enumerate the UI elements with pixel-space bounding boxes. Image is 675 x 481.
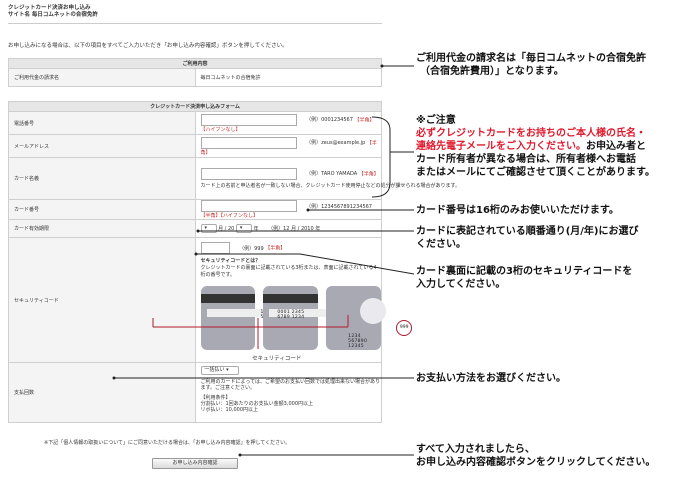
billing-annotation: ご利用代金の請求名は「毎日コムネットの合宿免許 （合宿免許費用）」となります。 — [416, 52, 671, 78]
submit-annotation-line1: すべて入力されましたら、 — [416, 444, 535, 455]
caution-line3: カード所有者が異なる場合は、所有者様へお電話 — [416, 154, 636, 165]
expiry-annotation-line2: ください。 — [416, 239, 466, 250]
payment-annotation: お支払い方法をお選びください。 — [416, 373, 566, 384]
expiry-annotation-line1: カードに表記されている順番通り(月/年)にお選び — [416, 226, 639, 237]
submit-annotation: すべて入力されましたら、 お申し込み内容確認ボタンをクリックしてください。 — [416, 443, 674, 469]
expiry-annotation: カードに表記されている順番通り(月/年)にお選び ください。 — [416, 225, 671, 251]
billing-annotation-line2: （合宿免許費用）」となります。 — [420, 66, 564, 77]
billing-annotation-line1: ご利用代金の請求名は「毎日コムネットの合宿免許 — [416, 53, 646, 64]
card-number-annotation: カード番号は16桁のみお使いいただけます。 — [416, 205, 619, 216]
caution-title: ※ご注意 — [416, 115, 456, 126]
submit-annotation-line2: お申し込み内容確認ボタンをクリックしてください。 — [416, 457, 656, 468]
security-annotation-line2: 入力してください。 — [416, 279, 506, 290]
security-annotation: カード裏面に記載の3桁のセキュリティコードを 入力してください。 — [416, 265, 671, 291]
caution-line4: またはメールにてご確認させて頂くことがあります。 — [416, 167, 655, 178]
caution-red-line1: 必ずクレジットカードをお持ちのご本人様の氏名・ — [416, 128, 646, 139]
caution-inline: お申込み者と — [586, 141, 646, 152]
caution-annotation: ※ご注意 必ずクレジットカードをお持ちのご本人様の氏名・ 連絡先電子メールをご入… — [416, 114, 674, 179]
security-annotation-line1: カード裏面に記載の3桁のセキュリティコードを — [416, 266, 633, 277]
caution-red-line2: 連絡先電子メールをご入力ください。 — [416, 141, 586, 152]
